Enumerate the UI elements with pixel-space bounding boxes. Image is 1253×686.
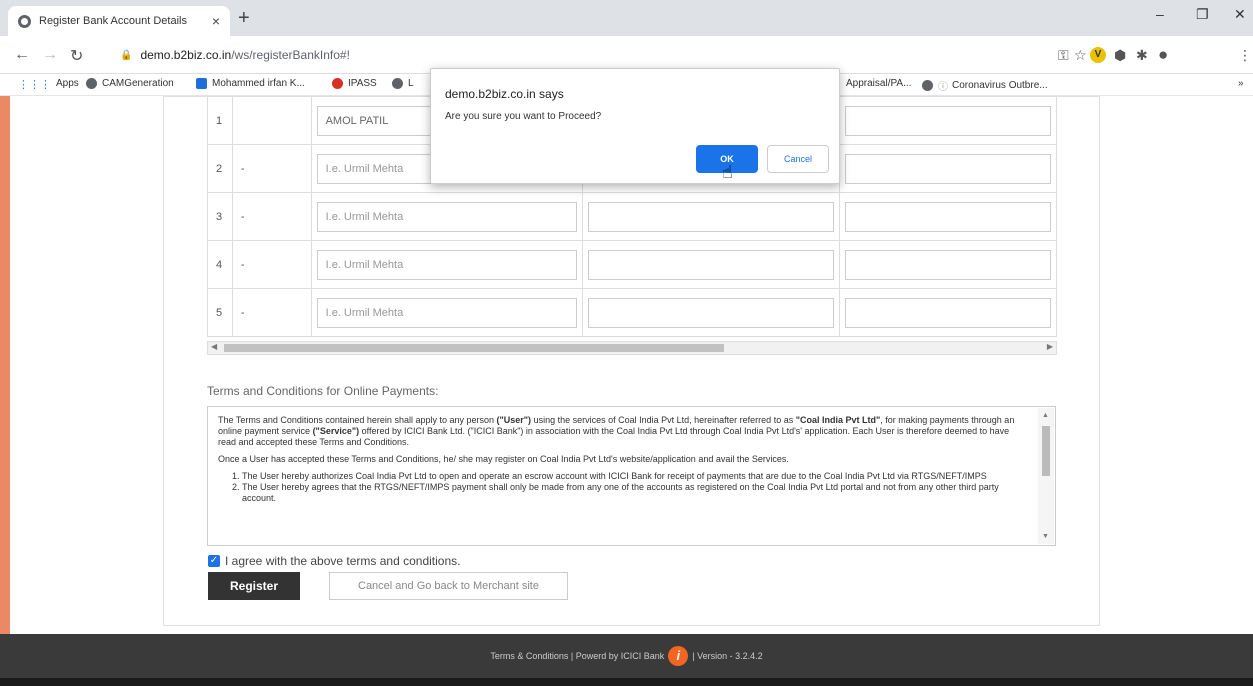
row-dash: - [231, 144, 312, 193]
profile-icon[interactable]: ● [1158, 45, 1168, 65]
row-number: 5 [207, 288, 233, 337]
bookmark-camgeneration[interactable]: CAMGeneration [86, 78, 174, 89]
row-dash: - [231, 192, 312, 241]
browser-tab-bar: Register Bank Account Details × + – ❐ ✕ [0, 0, 1253, 36]
scroll-left-icon[interactable]: ◀ [211, 342, 217, 351]
lock-icon: 🔒 [120, 49, 133, 61]
terms-paragraph: The Terms and Conditions contained herei… [218, 415, 1015, 447]
row-dash: - [231, 288, 312, 337]
menu-icon[interactable]: ⋮ [1238, 47, 1252, 64]
window-close-icon[interactable]: ✕ [1234, 6, 1246, 23]
key-icon[interactable]: ⚿ [1058, 47, 1069, 64]
row-number: 4 [207, 240, 233, 289]
bookmark-mohammed[interactable]: Mohammed irfan K... [196, 78, 305, 89]
account-field-input[interactable] [587, 297, 835, 328]
apps-grid-icon: ⋮⋮⋮ [18, 79, 51, 91]
bookmark-l[interactable]: L [392, 78, 414, 89]
table-horizontal-scrollbar[interactable]: ◀ ▶ [207, 341, 1057, 355]
table-row: 5 - I.e. Urmil Mehta [207, 288, 1057, 337]
scrollbar-thumb[interactable] [1042, 426, 1050, 476]
tab-close-icon[interactable]: × [212, 13, 220, 29]
icici-logo-icon: i [668, 646, 689, 666]
terms-vertical-scrollbar[interactable]: ▲ ▼ [1038, 408, 1054, 544]
address-bar[interactable]: 🔒 demo.b2biz.co.in/ws/registerBankInfo#! [108, 41, 1108, 69]
minimize-icon[interactable]: – [1156, 6, 1164, 22]
dialog-cancel-button[interactable]: Cancel [767, 145, 829, 173]
account-field-input[interactable] [845, 201, 1051, 232]
new-tab-icon[interactable]: + [238, 8, 250, 28]
restore-icon[interactable]: ❐ [1196, 6, 1209, 23]
bookmark-apps[interactable]: ⋮⋮⋮ Apps [18, 78, 79, 91]
globe-icon [86, 78, 97, 89]
account-field-input[interactable] [845, 249, 1051, 280]
scroll-right-icon[interactable]: ▶ [1047, 342, 1053, 351]
account-field-input[interactable] [587, 249, 835, 280]
window-edge [0, 96, 10, 634]
puzzle-icon[interactable]: ✱ [1136, 47, 1148, 64]
terms-title: Terms and Conditions for Online Payments… [207, 384, 439, 398]
footer-version: | Version - 3.2.4.2 [692, 651, 763, 661]
dialog-message: Are you sure you want to Proceed? [445, 111, 602, 122]
forward-icon[interactable]: → [42, 46, 58, 64]
account-field-input[interactable] [845, 153, 1051, 184]
extension-icon[interactable]: ⬢ [1114, 47, 1126, 64]
row-dash: - [231, 240, 312, 289]
browser-tab[interactable]: Register Bank Account Details × [8, 6, 230, 36]
agree-label: I agree with the above terms and conditi… [225, 554, 461, 568]
account-field-input[interactable] [587, 201, 835, 232]
register-button[interactable]: Register [208, 572, 300, 600]
scroll-down-icon[interactable]: ▼ [1042, 531, 1049, 542]
terms-item: The User hereby agrees that the RTGS/NEF… [242, 482, 1029, 504]
terms-item: The User hereby authorizes Coal India Pv… [242, 471, 1029, 482]
terms-box: The Terms and Conditions contained herei… [207, 406, 1056, 546]
cancel-merchant-button[interactable]: Cancel and Go back to Merchant site [329, 572, 568, 600]
account-name-input[interactable]: I.e. Urmil Mehta [316, 201, 577, 232]
agree-checkbox[interactable]: ✓ [208, 555, 220, 567]
globe-icon [922, 80, 933, 91]
row-number: 3 [207, 192, 233, 241]
outlook-icon [196, 78, 207, 89]
star-icon[interactable]: ☆ [1074, 47, 1087, 64]
account-field-input[interactable] [845, 297, 1051, 328]
account-field-input[interactable] [845, 105, 1051, 136]
page-footer: Terms & Conditions | Powerd by ICICI Ban… [0, 634, 1253, 678]
hand-cursor-icon: ☝ [722, 162, 733, 182]
bookmark-ipass[interactable]: IPASS [332, 78, 377, 89]
url-path: /ws/registerBankInfo#! [231, 48, 350, 62]
bookmark-coronavirus[interactable]: ⓘ Coronavirus Outbre... [922, 78, 1048, 93]
account-name-input[interactable]: I.e. Urmil Mehta [316, 249, 577, 280]
account-name-input[interactable]: I.e. Urmil Mehta [316, 297, 577, 328]
table-row: 3 - I.e. Urmil Mehta [207, 192, 1057, 241]
table-row: 4 - I.e. Urmil Mehta [207, 240, 1057, 289]
reload-icon[interactable]: ↻ [70, 46, 83, 66]
terms-paragraph: Once a User has accepted these Terms and… [218, 454, 789, 464]
url-host: demo.b2biz.co.in [140, 48, 232, 62]
more-bookmarks-icon[interactable]: » [1238, 78, 1244, 89]
globe-icon [392, 78, 403, 89]
globe-icon [18, 14, 31, 28]
tab-title: Register Bank Account Details [39, 15, 187, 27]
scroll-up-icon[interactable]: ▲ [1042, 410, 1049, 421]
dialog-title: demo.b2biz.co.in says [445, 87, 564, 101]
bookmark-appraisal[interactable]: Appraisal/PA... [846, 78, 911, 89]
confirm-dialog: demo.b2biz.co.in says Are you sure you w… [430, 68, 840, 184]
scrollbar-thumb[interactable] [224, 344, 724, 352]
agree-terms[interactable]: ✓ I agree with the above terms and condi… [208, 554, 460, 568]
info-icon: ⓘ [938, 82, 948, 93]
extension-v-icon[interactable]: V [1090, 47, 1106, 63]
footer-text: Terms & Conditions | Powerd by ICICI Ban… [490, 651, 665, 661]
taskbar [0, 678, 1253, 686]
back-icon[interactable]: ← [14, 46, 30, 64]
ipass-icon [332, 78, 343, 89]
row-number: 2 [207, 144, 233, 193]
row-dash [231, 96, 312, 145]
row-number: 1 [207, 96, 233, 145]
